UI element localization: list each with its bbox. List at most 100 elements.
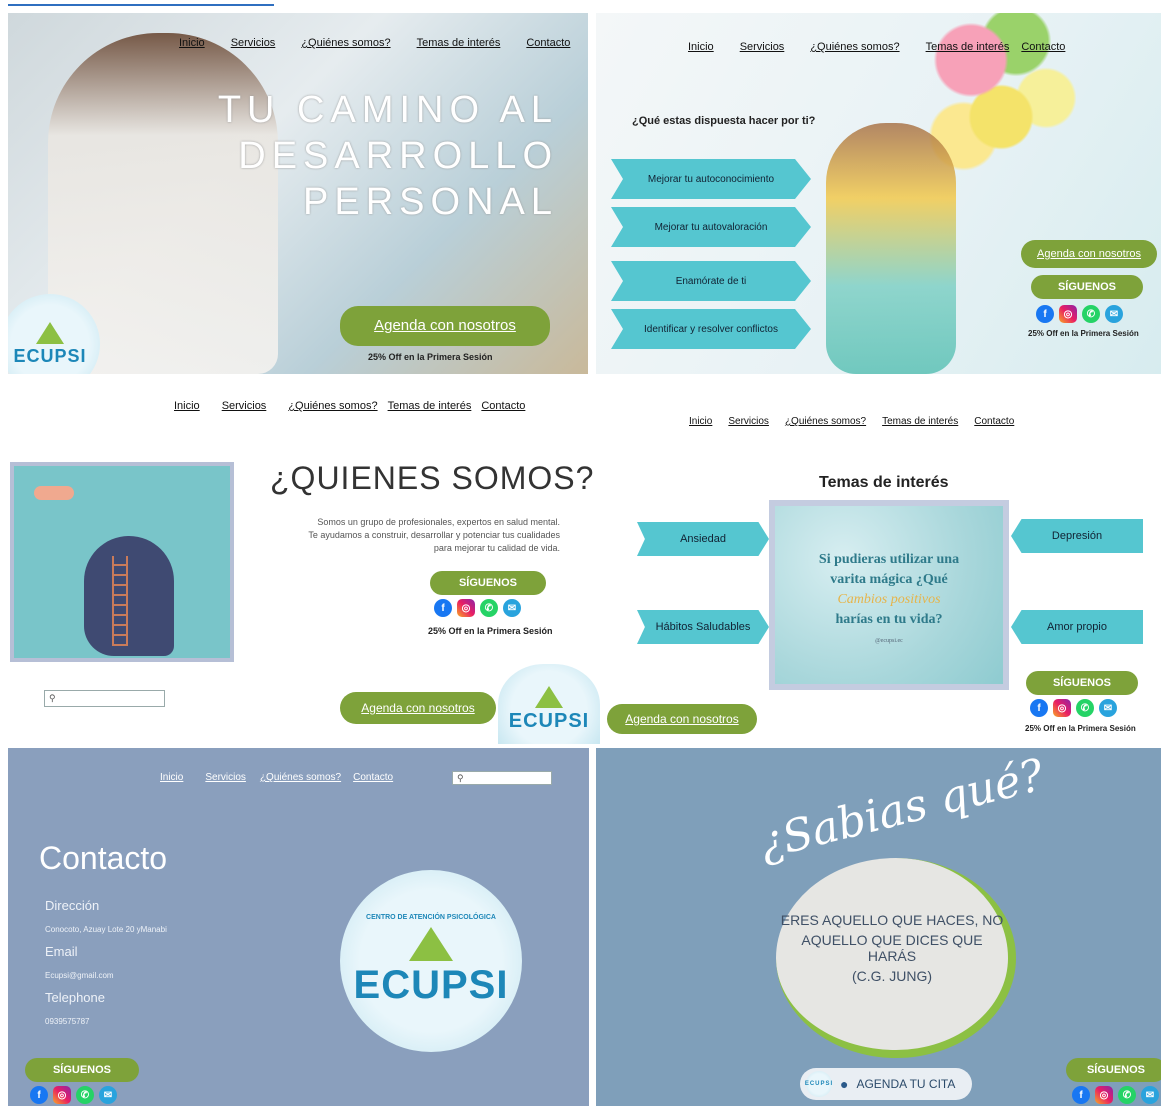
topics-quote-card: Si pudieras utilizar una varita mágica ¿… — [769, 500, 1009, 690]
telephone-label: Telephone — [45, 990, 105, 1005]
topics-social-icons: f ◎ ✆ ✉ — [1030, 699, 1117, 717]
contact-title: Contacto — [39, 840, 168, 876]
quote-social-icons: f ◎ ✆ ✉ — [1072, 1086, 1159, 1104]
speech-bubble: ERES AQUELLO QUE HACES, NO AQUELLO QUE D… — [776, 858, 1016, 1058]
about-promo: 25% Off en la Primera Sesión — [428, 626, 553, 636]
whatsapp-icon[interactable]: ✆ — [1082, 305, 1100, 323]
facebook-icon[interactable]: f — [1036, 305, 1054, 323]
whatsapp-icon[interactable]: ✆ — [1076, 699, 1094, 717]
instagram-icon[interactable]: ◎ — [1059, 305, 1077, 323]
facebook-icon[interactable]: f — [1030, 699, 1048, 717]
instagram-icon[interactable]: ◎ — [457, 599, 475, 617]
contact-logo: CENTRO DE ATENCIÓN PSICOLÓGICA ECUPSI — [340, 870, 522, 1052]
nav-inicio[interactable]: Inicio — [160, 772, 183, 783]
nav-contacto[interactable]: Contacto — [526, 37, 570, 49]
nav-contacto[interactable]: Contacto — [1021, 41, 1065, 53]
about-illustration — [10, 462, 234, 662]
agenda-cita-button[interactable]: ECUPSI ● AGENDA TU CITA — [800, 1068, 972, 1100]
panel-hero: Inicio Servicios ¿Quiénes somos? Temas d… — [8, 13, 588, 374]
jung-quote-line-3: (C.G. JUNG) — [851, 968, 933, 984]
nav-quienes[interactable]: ¿Quiénes somos? — [260, 772, 341, 783]
services-social-icons: f ◎ ✆ ✉ — [1036, 305, 1123, 323]
address-value: Conocoto, Azuay Lote 20 yManabi — [45, 925, 167, 934]
nav-servicios[interactable]: Servicios — [740, 41, 785, 53]
about-agenda-button[interactable]: Agenda con nosotros — [340, 692, 496, 724]
service-option-4[interactable]: Identificar y resolver conflictos — [611, 309, 811, 349]
nav-inicio[interactable]: Inicio — [688, 41, 714, 53]
hero-promo: 25% Off en la Primera Sesión — [368, 352, 493, 362]
services-question: ¿Qué estas dispuesta hacer por ti? — [632, 115, 816, 127]
search-icon: ⚲ — [49, 693, 56, 703]
facebook-icon[interactable]: f — [30, 1086, 48, 1104]
mail-icon[interactable]: ✉ — [1099, 699, 1117, 717]
whatsapp-icon[interactable]: ✆ — [480, 599, 498, 617]
nav-quienes[interactable]: ¿Quiénes somos? — [288, 400, 377, 412]
mail-icon[interactable]: ✉ — [1105, 305, 1123, 323]
top-accent-line — [8, 4, 274, 6]
service-option-3[interactable]: Enamórate de ti — [611, 261, 811, 301]
topics-agenda-button[interactable]: Agenda con nosotros — [607, 704, 757, 734]
about-body-line-2: Te ayudamos a construir, desarrollar y p… — [308, 530, 560, 540]
whatsapp-icon[interactable]: ✆ — [1118, 1086, 1136, 1104]
nav-contacto[interactable]: Contacto — [481, 400, 525, 412]
nav-contacto[interactable]: Contacto — [353, 772, 393, 783]
nav-servicios[interactable]: Servicios — [205, 772, 246, 783]
mail-icon[interactable]: ✉ — [1141, 1086, 1159, 1104]
about-logo: ECUPSI — [498, 664, 600, 744]
nav-servicios[interactable]: Servicios — [728, 416, 769, 427]
panel-about: Inicio Servicios ¿Quiénes somos? Temas d… — [0, 382, 600, 744]
logo-mark-icon — [535, 685, 563, 708]
nav-servicios[interactable]: Servicios — [222, 400, 267, 412]
nav-inicio[interactable]: Inicio — [174, 400, 200, 412]
quote-line-4: harías en tu vida? — [835, 612, 943, 627]
jung-quote-line-2: AQUELLO QUE DICES QUE HARÁS — [801, 932, 983, 964]
hero-headline-line-1: TU CAMINO AL — [217, 89, 558, 131]
nav-temas[interactable]: Temas de interés — [926, 41, 1010, 53]
mail-icon[interactable]: ✉ — [99, 1086, 117, 1104]
mail-icon[interactable]: ✉ — [503, 599, 521, 617]
nav-contacto[interactable]: Contacto — [974, 416, 1014, 427]
nav-quienes[interactable]: ¿Quiénes somos? — [301, 37, 390, 49]
topic-ansiedad[interactable]: Ansiedad — [637, 522, 769, 556]
telephone-value: 0939575787 — [45, 1017, 90, 1026]
facebook-icon[interactable]: f — [1072, 1086, 1090, 1104]
head-silhouette-graphic — [84, 536, 174, 656]
contact-follow-badge: SÍGUENOS — [25, 1058, 139, 1082]
nav-quienes[interactable]: ¿Quiénes somos? — [810, 41, 899, 53]
topic-habitos[interactable]: Hábitos Saludables — [637, 610, 769, 644]
topic-amor-propio[interactable]: Amor propio — [1011, 610, 1143, 644]
topic-depresion[interactable]: Depresión — [1011, 519, 1143, 553]
contact-details: Dirección Conocoto, Azuay Lote 20 yManab… — [45, 898, 167, 1026]
jung-quote-line-1: ERES AQUELLO QUE HACES, NO — [780, 912, 1004, 928]
about-body-line-1: Somos un grupo de profesionales, experto… — [317, 517, 560, 527]
service-option-1[interactable]: Mejorar tu autoconocimiento — [611, 159, 811, 199]
instagram-icon[interactable]: ◎ — [53, 1086, 71, 1104]
logo-text: ECUPSI — [804, 1081, 834, 1087]
contact-nav: Inicio Servicios ¿Quiénes somos? Contact… — [160, 772, 393, 783]
nav-quienes[interactable]: ¿Quiénes somos? — [785, 416, 866, 427]
facebook-icon[interactable]: f — [434, 599, 452, 617]
instagram-icon[interactable]: ◎ — [1095, 1086, 1113, 1104]
logo-text: ECUPSI — [353, 963, 509, 1007]
nav-inicio[interactable]: Inicio — [179, 37, 205, 49]
topics-title: Temas de interés — [819, 474, 949, 491]
instagram-icon[interactable]: ◎ — [1053, 699, 1071, 717]
hero-agenda-button[interactable]: Agenda con nosotros — [340, 306, 550, 346]
logo-mark-icon — [36, 321, 64, 344]
nav-temas[interactable]: Temas de interés — [882, 416, 958, 427]
nav-temas[interactable]: Temas de interés — [417, 37, 501, 49]
contact-search-input[interactable]: ⚲ — [452, 771, 552, 785]
service-option-2[interactable]: Mejorar tu autovaloración — [611, 207, 811, 247]
whatsapp-icon[interactable]: ✆ — [76, 1086, 94, 1104]
topics-promo: 25% Off en la Primera Sesión — [1025, 724, 1136, 733]
about-search-input[interactable]: ⚲ — [44, 690, 165, 707]
quote-handle: @ecupsi.ec — [875, 638, 903, 644]
about-title: ¿QUIENES SOMOS? — [270, 460, 595, 496]
agenda-cita-label: AGENDA TU CITA — [856, 1077, 956, 1091]
services-agenda-button[interactable]: Agenda con nosotros — [1021, 240, 1157, 268]
nav-temas[interactable]: Temas de interés — [388, 400, 472, 412]
nav-inicio[interactable]: Inicio — [689, 416, 712, 427]
panel-topics: Inicio Servicios ¿Quiénes somos? Temas d… — [605, 382, 1161, 744]
user-icon: ● — [840, 1076, 849, 1092]
nav-servicios[interactable]: Servicios — [231, 37, 276, 49]
